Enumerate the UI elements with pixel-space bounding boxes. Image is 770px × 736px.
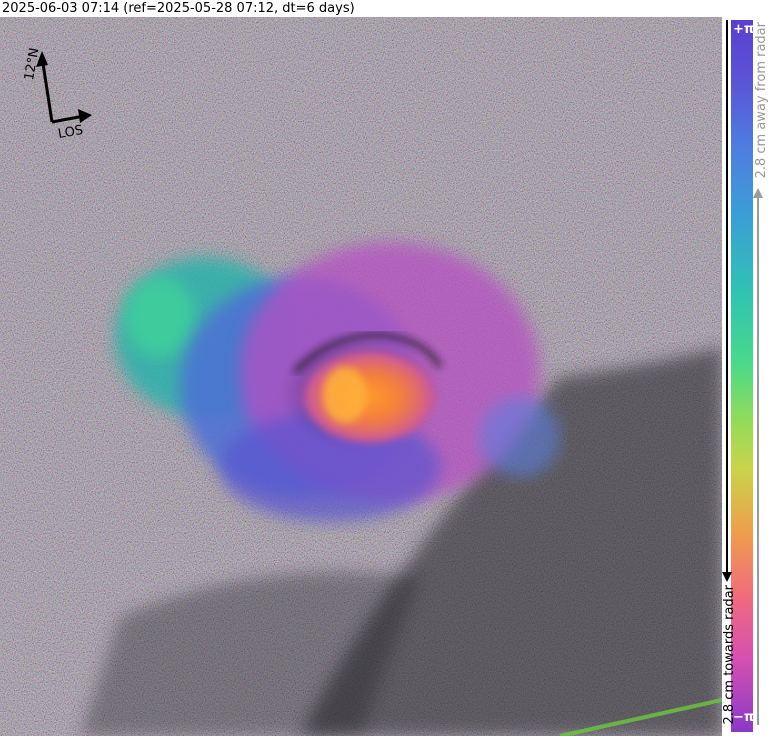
towards-indicator-arrowhead-icon bbox=[722, 572, 732, 582]
image-title: 2025-06-03 07:14 (ref=2025-05-28 07:12, … bbox=[2, 1, 355, 16]
towards-label: 2.8 cm towards radar bbox=[722, 585, 737, 725]
towards-indicator-line bbox=[726, 20, 728, 575]
away-indicator-line bbox=[757, 195, 759, 725]
colorbar-top-label: +π bbox=[733, 22, 755, 37]
away-label: 2.8 cm away from radar bbox=[754, 22, 769, 179]
away-indicator-arrowhead-icon bbox=[753, 188, 763, 198]
interferogram-map: 12°N LOS bbox=[0, 17, 722, 736]
